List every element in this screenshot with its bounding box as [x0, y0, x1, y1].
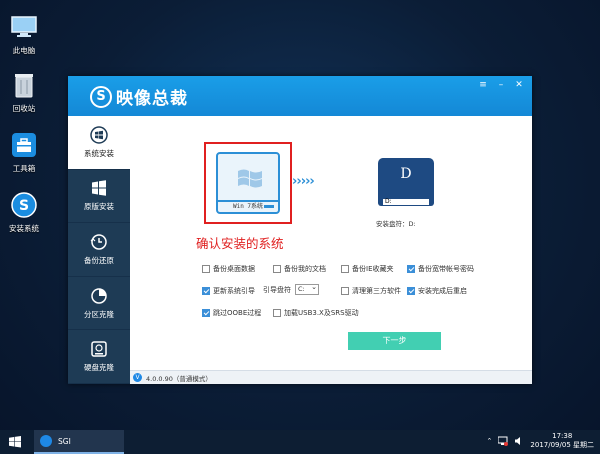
checkbox-checked[interactable]: [407, 265, 415, 273]
start-button[interactable]: [0, 430, 30, 454]
option-update-boot[interactable]: 更新系统引导: [202, 286, 255, 296]
pie-chart-icon: [91, 287, 107, 304]
taskbar: SGI ⌃ 17:38 2017/09/05 星期二: [0, 430, 600, 454]
option-load-usb3[interactable]: 加载USB3.X及SRS驱动: [273, 308, 359, 318]
sidebar: 系统安装 原版安装 备份还原 分区克隆 硬盘克隆: [68, 116, 130, 384]
target-drive-bar: D:: [382, 198, 430, 206]
arrow-indicator: ›››››: [292, 174, 315, 189]
source-drive-icon: Win 7系统: [216, 152, 280, 214]
clock-time: 17:38: [552, 432, 573, 440]
status-bar: V 4.0.0.90（普通模式）: [130, 370, 532, 384]
tray-arrow-icon[interactable]: ⌃: [487, 437, 493, 445]
checkbox-checked[interactable]: [202, 287, 210, 295]
checkbox[interactable]: [273, 265, 281, 273]
option-backup-docs[interactable]: 备份我的文档: [273, 264, 326, 274]
win-install-icon: [90, 126, 108, 144]
option-backup-desktop[interactable]: 备份桌面数据: [202, 264, 255, 274]
option-label: 跳过OOBE过程: [213, 309, 262, 317]
option-backup-broadband[interactable]: 备份宽带帐号密码: [407, 264, 474, 274]
desktop-icon-recycle-bin[interactable]: 回收站: [2, 70, 46, 114]
sidebar-item-disk-clone[interactable]: 硬盘克隆: [68, 330, 130, 384]
disk-clone-icon: [91, 341, 107, 357]
sidebar-item-system-install[interactable]: 系统安装: [68, 116, 130, 170]
checkbox[interactable]: [341, 265, 349, 273]
title-bar[interactable]: S 映像总裁 ≡ – ✕: [68, 76, 532, 116]
checkbox-checked[interactable]: [407, 287, 415, 295]
windows-logo-icon: [92, 180, 106, 197]
target-drive-icon: D D:: [378, 158, 434, 214]
option-backup-ie[interactable]: 备份IE收藏夹: [341, 264, 394, 274]
window-controls: ≡ – ✕: [478, 80, 524, 90]
option-skip-oobe[interactable]: 跳过OOBE过程: [202, 308, 261, 318]
checkbox[interactable]: [202, 265, 210, 273]
brand-logo-icon: S: [90, 85, 112, 108]
option-reboot-after[interactable]: 安装完成后重启: [407, 286, 467, 296]
sidebar-item-label: 分区克隆: [84, 309, 114, 319]
sidebar-item-label: 系统安装: [84, 148, 114, 158]
system-tray: ⌃ 17:38 2017/09/05 星期二: [487, 432, 594, 450]
boot-drive-select[interactable]: C:: [295, 283, 319, 295]
brand: S 映像总裁: [90, 84, 188, 109]
clock-date: 2017/09/05 星期二: [530, 441, 594, 449]
option-label: 加载USB3.X及SRS驱动: [284, 309, 359, 317]
target-drive-label: 安装盘符：D:: [376, 220, 416, 228]
checkbox[interactable]: [341, 287, 349, 295]
svg-text:S: S: [19, 198, 29, 214]
install-s-logo-icon: S: [9, 190, 39, 220]
desktop-icon-toolbox[interactable]: 工具箱: [2, 130, 46, 174]
checkbox[interactable]: [273, 309, 281, 317]
option-label: 更新系统引导: [213, 287, 255, 295]
recycle-bin-icon: [9, 70, 39, 100]
confirm-system-text: 确认安装的系统: [196, 236, 284, 251]
windows-start-icon: [9, 436, 21, 448]
volume-icon[interactable]: [514, 436, 524, 446]
content-panel: Win 7系统 ››››› D D: 安装盘符：D: 确认安装的系统 备份桌面数…: [130, 116, 532, 384]
taskbar-app-sgi[interactable]: SGI: [34, 430, 124, 454]
sidebar-item-partition-clone[interactable]: 分区克隆: [68, 277, 130, 331]
boot-drive-select-group: 引导盘符 C:: [263, 283, 319, 295]
version-text: 4.0.0.90（普通模式）: [146, 374, 212, 383]
sidebar-item-label: 原版安装: [84, 202, 114, 212]
main-window: S 映像总裁 ≡ – ✕ 系统安装 原版安装 备份还原 分区克隆 硬盘克隆 Wi…: [68, 76, 532, 384]
next-button[interactable]: 下一步: [348, 332, 441, 350]
windows-logo-icon: [238, 169, 262, 188]
desktop-icon-label: 回收站: [12, 104, 36, 113]
toolbox-icon: [9, 130, 39, 160]
source-drive-bar: Win 7系统: [218, 200, 278, 212]
menu-icon[interactable]: ≡: [478, 80, 488, 90]
option-label: 清理第三方软件: [352, 287, 401, 295]
option-label: 备份我的文档: [284, 265, 326, 273]
taskbar-app-label: SGI: [58, 436, 71, 446]
checkbox-checked[interactable]: [202, 309, 210, 317]
sidebar-item-label: 硬盘克隆: [84, 363, 114, 373]
desktop-icon-install-system[interactable]: S 安装系统: [2, 190, 46, 234]
desktop-icon-label: 此电脑: [12, 46, 36, 55]
desktop-icon-label: 工具箱: [12, 164, 36, 173]
source-system-highlight[interactable]: Win 7系统: [204, 142, 292, 224]
network-icon[interactable]: [498, 436, 509, 446]
monitor-icon: [9, 12, 39, 42]
version-info-icon: V: [133, 373, 142, 382]
close-icon[interactable]: ✕: [514, 80, 524, 90]
drive-led: [264, 205, 274, 208]
target-drive-letter: D: [400, 166, 412, 182]
restore-clock-icon: [90, 234, 107, 250]
sidebar-item-backup-restore[interactable]: 备份还原: [68, 223, 130, 277]
sidebar-item-label: 备份还原: [84, 255, 114, 265]
sgi-app-icon: [40, 435, 52, 447]
option-label: 备份桌面数据: [213, 265, 255, 273]
source-system-label: Win 7系统: [232, 203, 264, 210]
desktop-icon-label: 安装系统: [9, 224, 39, 233]
option-clean-third-party[interactable]: 清理第三方软件: [341, 286, 401, 296]
boot-drive-label: 引导盘符: [263, 285, 291, 294]
option-label: 备份宽带帐号密码: [418, 265, 474, 273]
brand-name: 映像总裁: [116, 89, 188, 109]
sidebar-item-original-install[interactable]: 原版安装: [68, 170, 130, 224]
option-label: 安装完成后重启: [418, 287, 467, 295]
option-label: 备份IE收藏夹: [352, 265, 394, 273]
minimize-icon[interactable]: –: [496, 80, 506, 90]
clock[interactable]: 17:38 2017/09/05 星期二: [530, 432, 594, 450]
desktop-icon-this-pc[interactable]: 此电脑: [2, 12, 46, 56]
